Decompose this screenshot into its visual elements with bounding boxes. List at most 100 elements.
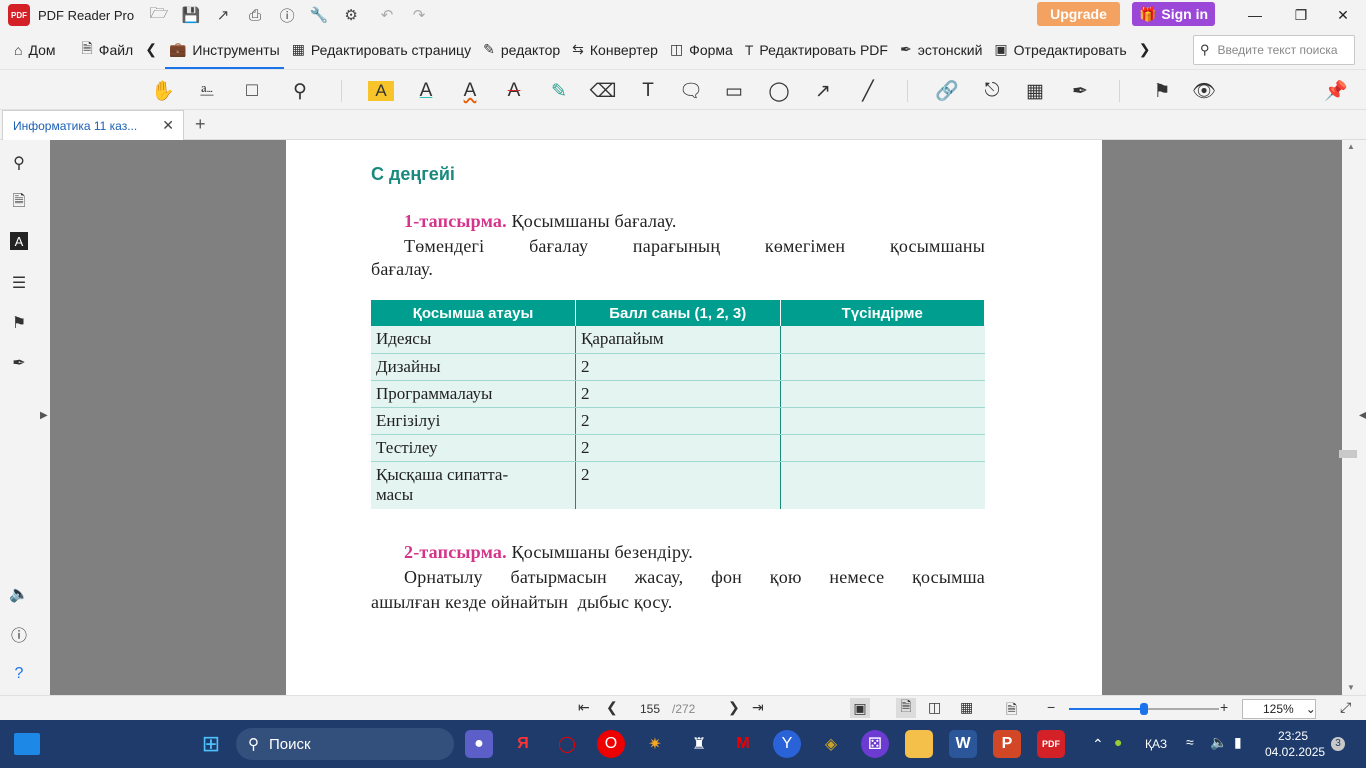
maximize-button[interactable]: ❐ <box>1278 0 1324 30</box>
powerpoint-icon[interactable]: P <box>993 730 1021 758</box>
signature-icon[interactable]: ✒ <box>1067 78 1093 104</box>
menu-editor[interactable]: ✎ редактор <box>477 30 566 70</box>
line-icon[interactable]: ╱ <box>855 78 881 104</box>
search-input[interactable]: ⚲ Введите текст поиска <box>1193 35 1355 65</box>
strikethrough-icon[interactable]: A <box>501 78 527 104</box>
two-page-icon[interactable]: ◫ <box>928 699 941 716</box>
file-explorer-icon[interactable] <box>905 730 933 758</box>
freehand-pen-icon[interactable]: ✎ <box>546 78 572 104</box>
document-tab[interactable]: Информатика 11 каз... ✕ <box>2 110 184 140</box>
undo-icon[interactable]: ↶ <box>378 6 396 24</box>
bookmarks-panel-icon[interactable]: ⚑ <box>8 312 30 334</box>
taskbar-search[interactable]: ⚲ Поиск <box>236 728 454 760</box>
opera-gx-icon[interactable]: O <box>597 730 625 758</box>
redo-icon[interactable]: ↷ <box>410 6 428 24</box>
menu-home[interactable]: ⌂ Дом <box>8 30 62 70</box>
image-icon[interactable]: ▦ <box>1022 78 1048 104</box>
minimize-button[interactable]: — <box>1232 0 1278 30</box>
language-indicator[interactable]: ҚАЗ <box>1145 737 1167 751</box>
menu-redact[interactable]: ▣ Отредактировать <box>988 30 1132 70</box>
expand-right-panel-icon[interactable]: ◀ <box>1359 410 1366 421</box>
stamp-icon[interactable]: ⎋ <box>979 78 1005 104</box>
help-icon[interactable]: ⓘ <box>278 6 296 25</box>
volume-icon[interactable]: 🔈 <box>1210 734 1227 751</box>
opera-icon[interactable]: ◯ <box>553 730 581 758</box>
eraser-icon[interactable]: ⌫ <box>590 78 617 104</box>
menu-estonian[interactable]: ✒ эстонский <box>894 30 988 70</box>
arrow-icon[interactable]: ↗ <box>810 78 836 104</box>
rectangle-icon[interactable]: ▭ <box>721 78 747 104</box>
wrench-icon[interactable]: 🔧 <box>310 6 329 24</box>
signatures-panel-icon[interactable]: ✒ <box>8 352 30 374</box>
link-icon[interactable]: 🔗 <box>934 78 960 104</box>
menu-scroll-left[interactable]: ❮ <box>139 30 163 70</box>
note-icon[interactable]: 🗨 <box>678 78 704 104</box>
y-app-icon[interactable]: Y <box>773 730 801 758</box>
single-page-icon[interactable]: 🗎 <box>896 698 916 718</box>
thumbnails-icon[interactable]: 🗎 <box>8 192 30 214</box>
menu-converter[interactable]: ⇆ Конвертер <box>566 30 664 70</box>
highlight-icon[interactable]: A <box>368 81 394 101</box>
menu-scroll-right[interactable]: ❯ <box>1133 30 1157 70</box>
fit-page-icon[interactable]: ▣ <box>850 698 870 718</box>
underline-icon[interactable]: A <box>413 78 439 104</box>
scroll-up-icon[interactable]: ▲ <box>1347 142 1355 151</box>
binance-icon[interactable]: ◈ <box>817 730 845 758</box>
chat-app-icon[interactable]: ● <box>465 730 493 758</box>
wifi-icon[interactable]: ≈ <box>1186 734 1194 750</box>
hand-tool-icon[interactable]: ✋ <box>150 78 176 104</box>
zoom-out-icon[interactable]: − <box>1047 699 1055 715</box>
text-box-icon[interactable]: T <box>635 78 661 104</box>
fullscreen-icon[interactable]: ⤢ <box>1340 699 1351 716</box>
sidebar-collapse-gutter[interactable]: ▶ <box>38 140 50 695</box>
close-tab-icon[interactable]: ✕ <box>162 117 174 134</box>
next-page-icon[interactable]: ❯ <box>728 699 740 716</box>
scrollbar-thumb[interactable] <box>1339 450 1357 458</box>
battery-icon[interactable]: ▮ <box>1234 734 1242 751</box>
info-icon[interactable]: ⓘ <box>8 623 30 645</box>
upgrade-button[interactable]: Upgrade <box>1037 2 1120 26</box>
area-select-icon[interactable]: □ <box>239 78 265 104</box>
m-app-icon[interactable]: M <box>729 730 757 758</box>
open-folder-icon[interactable]: 🗁 <box>150 5 169 24</box>
color-app-icon[interactable]: ✷ <box>641 730 669 758</box>
clock-time[interactable]: 23:25 <box>1278 729 1308 743</box>
save-icon[interactable]: 💾 <box>182 6 201 24</box>
vertical-scrollbar[interactable]: ▲ ◀ ▼ <box>1342 140 1366 695</box>
outline-icon[interactable]: ☰ <box>8 272 30 294</box>
tray-app-icon[interactable]: ● <box>1114 734 1122 750</box>
menu-file[interactable]: 🗎 Файл <box>76 30 140 70</box>
zoom-slider-handle[interactable] <box>1140 703 1148 715</box>
expand-sidebar-icon[interactable]: ▶ <box>40 410 48 421</box>
help-panel-icon[interactable]: ? <box>8 663 30 685</box>
clock-date[interactable]: 04.02.2025 <box>1265 745 1325 759</box>
sign-in-button[interactable]: 🎁 Sign in <box>1132 2 1215 26</box>
start-icon[interactable]: ⊞ <box>197 730 225 758</box>
word-icon[interactable]: W <box>949 730 977 758</box>
zoom-in-icon[interactable]: + <box>1220 699 1228 715</box>
prev-page-icon[interactable]: ❮ <box>606 699 618 716</box>
zoom-area-icon[interactable]: ⚲ <box>287 78 313 104</box>
squiggly-icon[interactable]: A <box>457 78 483 104</box>
notification-badge[interactable]: 3 <box>1331 737 1345 751</box>
pin-icon[interactable]: 📌 <box>1323 78 1349 104</box>
print-icon[interactable]: ⎙ <box>246 6 264 24</box>
gamepad-icon[interactable]: ⚄ <box>861 730 889 758</box>
select-text-icon[interactable]: ⎁ <box>194 78 220 104</box>
pdf-reader-taskbar-icon[interactable]: PDF <box>1037 730 1065 758</box>
close-window-button[interactable]: ✕ <box>1320 0 1366 30</box>
widgets-icon[interactable] <box>14 733 40 755</box>
menu-edit-page[interactable]: ▦ Редактировать страницу <box>286 30 477 70</box>
search-panel-icon[interactable]: ⚲ <box>8 152 30 174</box>
menu-edit-pdf[interactable]: T Редактировать PDF <box>739 30 894 70</box>
annotations-icon[interactable]: A <box>10 232 28 250</box>
zoom-select[interactable]: 125% ⌄ <box>1242 699 1316 719</box>
eye-icon[interactable]: 👁 <box>1191 78 1217 104</box>
tray-overflow-icon[interactable]: ⌃ <box>1092 736 1104 753</box>
settings-icon[interactable]: ⚙ <box>342 6 360 24</box>
scroll-down-icon[interactable]: ▼ <box>1347 683 1355 692</box>
yandex-browser-icon[interactable]: Я <box>509 730 537 758</box>
add-tab-icon[interactable]: + <box>195 114 206 135</box>
read-aloud-icon[interactable]: 🔈 <box>8 583 30 605</box>
bookmark-icon[interactable]: ⚑ <box>1149 78 1175 104</box>
